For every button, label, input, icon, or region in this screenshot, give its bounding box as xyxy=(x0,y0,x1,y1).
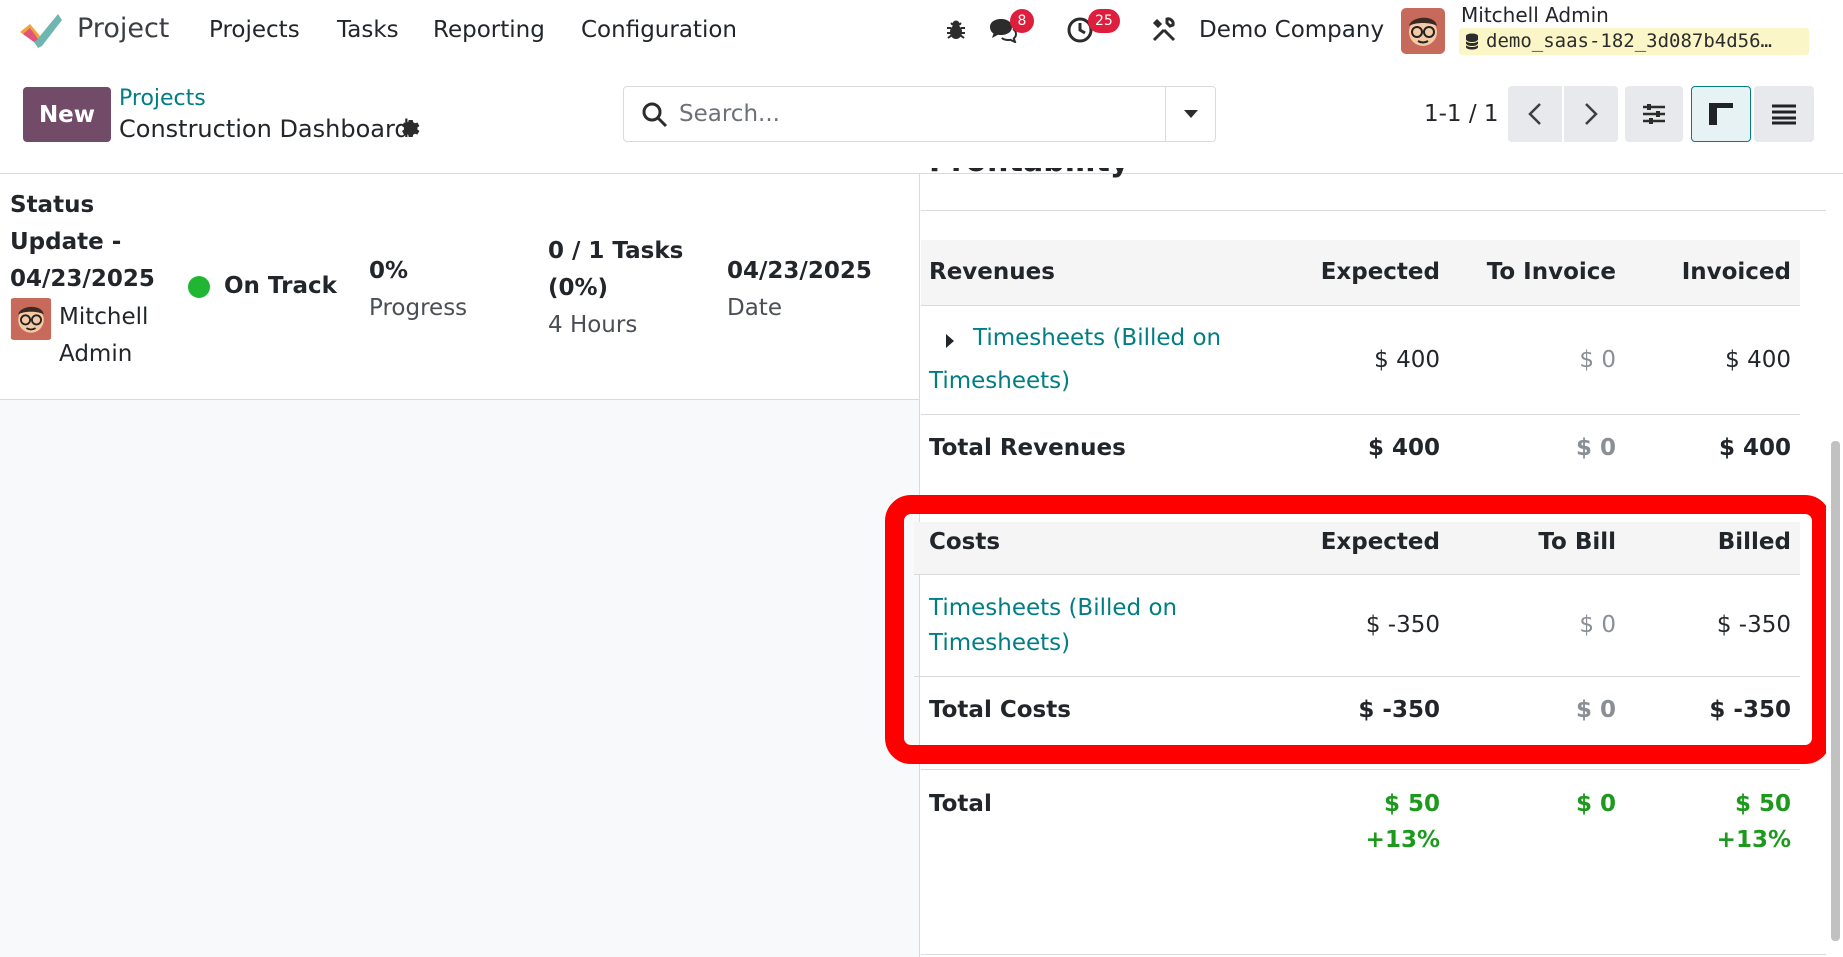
status-value: On Track xyxy=(224,273,337,299)
status-update-title-line3: 04/23/2025 xyxy=(10,266,155,292)
database-chip: demo_saas-182_3d087b4d56… xyxy=(1459,28,1809,55)
revenues-header-expected: Expected xyxy=(1320,259,1440,285)
view-switch-list[interactable] xyxy=(1754,86,1814,142)
tasks-summary-line2: (0%) xyxy=(548,275,609,301)
pager-next-button[interactable] xyxy=(1564,86,1618,142)
revenues-header-invoiced: Invoiced xyxy=(1681,259,1791,285)
revenue-row-invoiced: $ 400 xyxy=(1725,347,1791,373)
pager-value[interactable]: 1-1 / 1 xyxy=(1424,101,1499,127)
progress-label: Progress xyxy=(369,295,468,321)
chevron-left-icon xyxy=(1528,103,1541,125)
expand-caret-icon[interactable] xyxy=(946,334,954,348)
revenue-row-expected: $ 400 xyxy=(1374,347,1440,373)
menu-tasks[interactable]: Tasks xyxy=(337,17,399,43)
list-view-icon xyxy=(1772,104,1796,125)
caret-down-icon xyxy=(1184,110,1198,118)
form-view-icon xyxy=(1709,103,1733,125)
user-avatar[interactable] xyxy=(1401,8,1445,54)
revenues-header-label: Revenues xyxy=(929,259,1055,285)
status-author-name[interactable]: Mitchell Admin xyxy=(59,299,148,373)
record-title: Construction Dashboard xyxy=(119,115,410,143)
view-settings-button[interactable] xyxy=(1625,86,1683,142)
total-revenues-expected: $ 400 xyxy=(1367,435,1440,461)
progress-value: 0% xyxy=(369,258,409,284)
chat-badge: 8 xyxy=(1010,9,1034,33)
gear-icon[interactable] xyxy=(398,117,422,141)
revenues-header-to-invoice: To Invoice xyxy=(1486,259,1616,285)
total-label: Total xyxy=(929,791,992,817)
menu-configuration[interactable]: Configuration xyxy=(581,17,737,43)
sliders-icon xyxy=(1643,104,1665,124)
search-bar xyxy=(623,86,1216,142)
bottom-divider xyxy=(921,954,1826,955)
company-switcher[interactable]: Demo Company xyxy=(1199,17,1384,43)
highlight-box xyxy=(885,495,1831,764)
row-divider xyxy=(921,305,1800,306)
status-dot xyxy=(188,276,210,298)
top-navbar: Project Projects Tasks Reporting Configu… xyxy=(0,0,1843,62)
date-value: 04/23/2025 xyxy=(727,258,872,284)
search-input[interactable] xyxy=(679,87,1159,141)
database-name: demo_saas-182_3d087b4d56… xyxy=(1486,30,1772,52)
tasks-summary-line1: 0 / 1 Tasks xyxy=(548,238,684,264)
status-author-avatar xyxy=(10,298,52,340)
hours-value: 4 Hours xyxy=(548,312,638,338)
breadcrumb-projects[interactable]: Projects xyxy=(119,86,206,111)
total-expected: $ 50 xyxy=(1383,791,1440,817)
project-app-logo-icon[interactable] xyxy=(20,12,62,50)
new-button[interactable]: New xyxy=(23,87,111,142)
status-author-line1: Mitchell xyxy=(59,304,149,330)
row-divider xyxy=(921,414,1800,415)
revenue-row-to-invoice: $ 0 xyxy=(1579,347,1616,373)
database-icon xyxy=(1465,33,1479,50)
search-icon xyxy=(642,102,668,128)
profitability-title-divider xyxy=(921,210,1829,211)
revenue-row-timesheets-line2[interactable]: Timesheets) xyxy=(929,363,1070,399)
menu-reporting[interactable]: Reporting xyxy=(433,17,545,43)
debug-bug-icon[interactable] xyxy=(940,14,972,46)
total-revenues-to-invoice: $ 0 xyxy=(1575,435,1616,461)
chevron-right-icon xyxy=(1585,103,1598,125)
menu-projects[interactable]: Projects xyxy=(209,17,300,43)
revenue-row-timesheets-line1[interactable]: Timesheets (Billed on xyxy=(973,320,1221,356)
profitability-title: Profitability xyxy=(929,144,1130,179)
search-options-toggle[interactable] xyxy=(1165,87,1216,141)
status-update-title-line1: Status xyxy=(10,192,95,218)
total-billed-percent: +13% xyxy=(1716,827,1791,853)
scrollbar-thumb[interactable] xyxy=(1831,441,1840,941)
activity-badge: 25 xyxy=(1088,9,1120,33)
view-switch-form[interactable] xyxy=(1691,86,1751,142)
date-label: Date xyxy=(727,295,782,321)
pager-previous-button[interactable] xyxy=(1508,86,1562,142)
total-revenues-label: Total Revenues xyxy=(929,435,1126,461)
user-name[interactable]: Mitchell Admin xyxy=(1461,3,1609,27)
total-expected-percent: +13% xyxy=(1365,827,1440,853)
status-update-title: Status Update - 04/23/2025 xyxy=(10,187,155,298)
row-divider xyxy=(921,769,1800,770)
total-to-bill: $ 0 xyxy=(1575,791,1616,817)
total-revenues-invoiced: $ 400 xyxy=(1718,435,1791,461)
app-name[interactable]: Project xyxy=(77,13,169,44)
status-update-title-line2: Update - xyxy=(10,229,122,255)
total-billed: $ 50 xyxy=(1734,791,1791,817)
tools-icon[interactable] xyxy=(1148,14,1180,46)
status-author-line2: Admin xyxy=(59,341,133,367)
